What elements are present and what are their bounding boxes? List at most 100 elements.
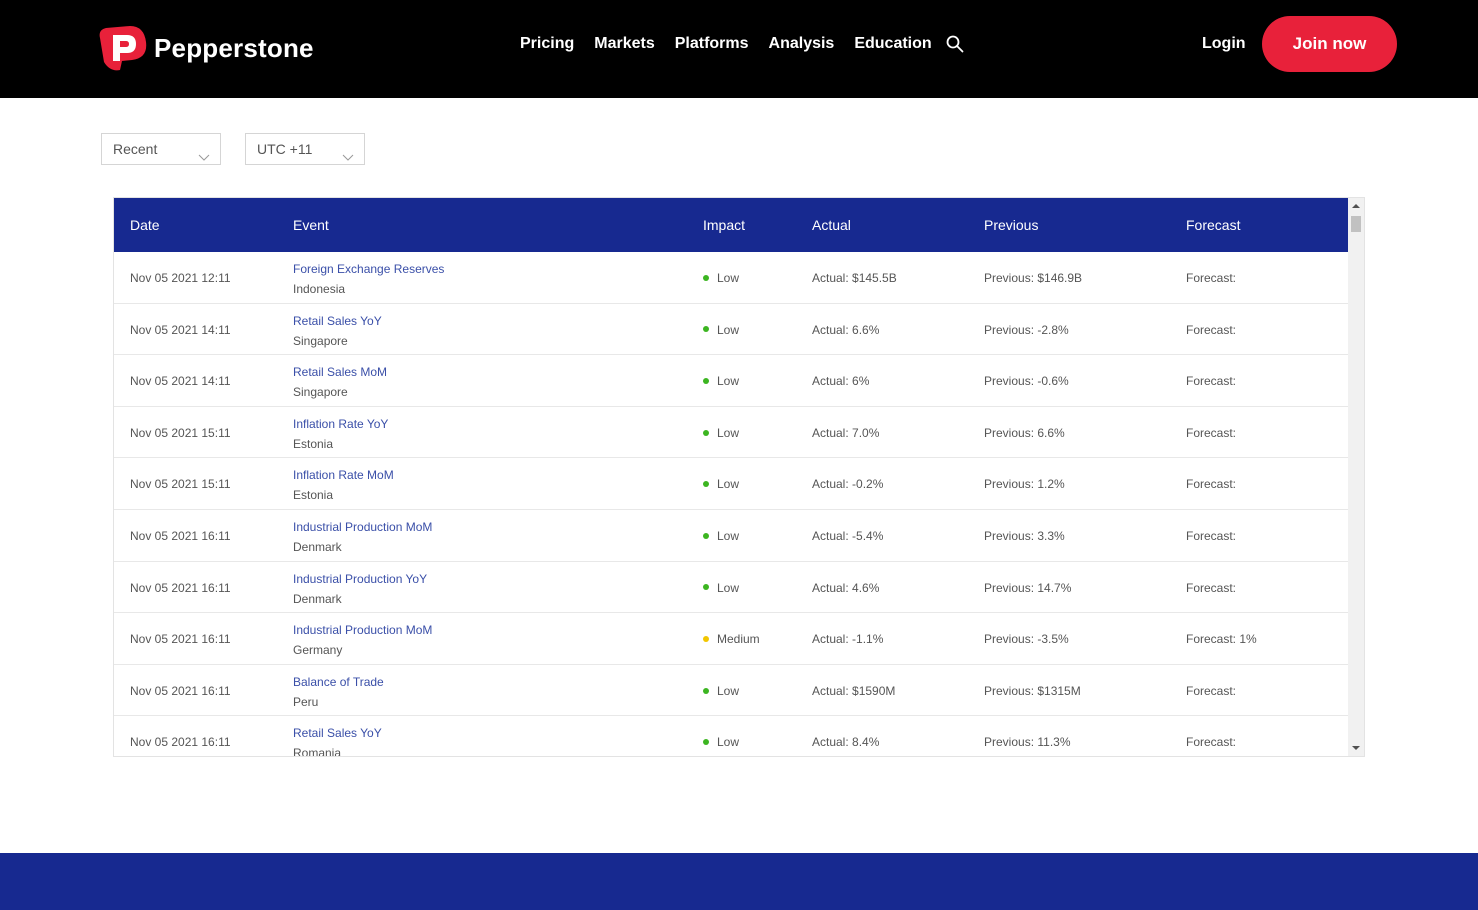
- event-link[interactable]: Industrial Production YoY: [293, 572, 427, 586]
- nav-item-education[interactable]: Education: [854, 35, 931, 53]
- table-row: Nov 05 2021 16:11 Retail Sales YoY Romania…: [114, 716, 1348, 756]
- header-forecast: Forecast: [1186, 217, 1241, 233]
- row-date: Nov 05 2021 16:11: [130, 735, 231, 750]
- nav-item-platforms[interactable]: Platforms: [675, 35, 749, 53]
- table-row: Nov 05 2021 16:11 Balance of Trade Peru Low…: [114, 665, 1348, 717]
- nav-item-pricing[interactable]: Pricing: [520, 35, 574, 53]
- header-actual: Actual: [812, 217, 851, 233]
- row-impact: Low: [703, 374, 739, 388]
- event-link[interactable]: Balance of Trade: [293, 675, 384, 689]
- row-actual: Actual: 4.6%: [812, 580, 880, 595]
- row-date: Nov 05 2021 15:11: [130, 425, 231, 440]
- event-link[interactable]: Foreign Exchange Reserves: [293, 262, 444, 276]
- impact-label: Low: [717, 271, 740, 285]
- row-actual: Actual: -0.2%: [812, 477, 884, 492]
- impact-dot-icon: [703, 378, 709, 385]
- row-forecast: Forecast:: [1186, 425, 1237, 440]
- search-icon[interactable]: [946, 35, 966, 55]
- scrollbar-thumb[interactable]: [1351, 216, 1361, 232]
- row-event: Retail Sales YoY Singapore: [293, 314, 382, 348]
- impact-dot-icon: [703, 584, 709, 591]
- table-row: Nov 05 2021 16:11 Industrial Production M…: [114, 510, 1348, 562]
- impact-label: Low: [717, 735, 740, 750]
- row-actual: Actual: $1590M: [812, 683, 896, 698]
- event-link[interactable]: Industrial Production MoM: [293, 520, 432, 534]
- row-impact: Low: [703, 581, 739, 595]
- chevron-down-icon: [342, 143, 354, 161]
- row-actual: Actual: 8.4%: [812, 735, 880, 750]
- row-forecast: Forecast:: [1186, 528, 1237, 543]
- row-forecast: Forecast:: [1186, 477, 1237, 492]
- event-country: Denmark: [293, 539, 342, 554]
- timezone-select-value: UTC +11: [257, 141, 313, 157]
- table-scrollbar[interactable]: [1348, 198, 1364, 756]
- row-previous: Previous: -0.6%: [984, 374, 1069, 389]
- header-previous: Previous: [984, 217, 1039, 233]
- logo-icon: [96, 24, 148, 72]
- row-forecast: Forecast:: [1186, 735, 1237, 750]
- row-date: Nov 05 2021 16:11: [130, 528, 231, 543]
- row-previous: Previous: 1.2%: [984, 477, 1065, 492]
- row-previous: Previous: 14.7%: [984, 580, 1072, 595]
- impact-dot-icon: [703, 532, 709, 539]
- row-actual: Actual: -5.4%: [812, 528, 884, 543]
- table-row: Nov 05 2021 12:11 Foreign Exchange Reserv…: [114, 252, 1348, 304]
- row-previous: Previous: 11.3%: [984, 735, 1071, 750]
- top-navigation-bar: Pepperstone Pricing Markets Platforms An…: [0, 0, 1478, 98]
- event-link[interactable]: Industrial Production MoM: [293, 623, 432, 637]
- event-country: Singapore: [293, 385, 348, 400]
- event-country: Denmark: [293, 591, 342, 606]
- timezone-select[interactable]: UTC +11: [245, 133, 365, 165]
- event-country: Germany: [293, 643, 343, 658]
- row-date: Nov 05 2021 16:11: [130, 632, 231, 647]
- impact-label: Low: [717, 477, 740, 492]
- impact-label: Low: [717, 322, 740, 337]
- header-event: Event: [293, 217, 329, 233]
- table-body: Nov 05 2021 12:11 Foreign Exchange Reserv…: [114, 252, 1348, 756]
- row-actual: Actual: 6%: [812, 374, 870, 389]
- pepperstone-logo[interactable]: Pepperstone: [96, 24, 314, 72]
- logo-wordmark: Pepperstone: [154, 32, 314, 63]
- table-row: Nov 05 2021 16:11 Industrial Production Y…: [114, 562, 1348, 614]
- impact-label: Low: [717, 683, 740, 698]
- impact-label: Medium: [717, 632, 760, 647]
- scroll-up-arrow-icon[interactable]: [1348, 198, 1364, 214]
- event-country: Estonia: [293, 488, 334, 503]
- impact-label: Low: [717, 528, 740, 543]
- event-link[interactable]: Inflation Rate MoM: [293, 468, 394, 482]
- nav-item-analysis[interactable]: Analysis: [769, 35, 835, 53]
- row-impact: Low: [703, 426, 739, 440]
- event-link[interactable]: Retail Sales YoY: [293, 314, 382, 328]
- event-link[interactable]: Retail Sales MoM: [293, 365, 387, 379]
- row-event: Inflation Rate YoY Estonia: [293, 417, 388, 451]
- table-row: Nov 05 2021 15:11 Inflation Rate YoY Eston…: [114, 407, 1348, 459]
- economic-calendar-table: Date Event Impact Actual Previous Foreca…: [113, 197, 1365, 757]
- join-now-button[interactable]: Join now: [1262, 16, 1397, 72]
- row-previous: Previous: $146.9B: [984, 271, 1083, 285]
- row-forecast: Forecast:: [1186, 374, 1237, 389]
- range-select[interactable]: Recent: [101, 133, 221, 165]
- login-link[interactable]: Login: [1202, 35, 1246, 53]
- header-impact: Impact: [703, 217, 746, 233]
- table-row: Nov 05 2021 16:11 Industrial Production M…: [114, 613, 1348, 665]
- row-event: Retail Sales YoY Romania: [293, 726, 382, 756]
- row-actual: Actual: $145.5B: [812, 271, 897, 285]
- row-impact: Low: [703, 529, 739, 543]
- event-country: Indonesia: [293, 282, 346, 296]
- row-impact: Low: [703, 735, 739, 749]
- impact-label: Low: [717, 425, 740, 440]
- event-link[interactable]: Inflation Rate YoY: [293, 417, 388, 431]
- row-previous: Previous: 6.6%: [984, 425, 1065, 440]
- impact-dot-icon: [703, 687, 709, 694]
- event-country: Singapore: [293, 333, 348, 348]
- impact-dot-icon: [703, 429, 709, 436]
- row-actual: Actual: -1.1%: [812, 632, 884, 647]
- row-previous: Previous: -3.5%: [984, 632, 1069, 647]
- event-link[interactable]: Retail Sales YoY: [293, 726, 382, 740]
- row-forecast: Forecast:: [1186, 322, 1237, 337]
- scroll-down-arrow-icon[interactable]: [1348, 740, 1364, 756]
- nav-item-markets[interactable]: Markets: [594, 35, 654, 53]
- row-forecast: Forecast:: [1186, 271, 1237, 285]
- row-actual: Actual: 7.0%: [812, 425, 880, 440]
- header-date: Date: [130, 217, 160, 233]
